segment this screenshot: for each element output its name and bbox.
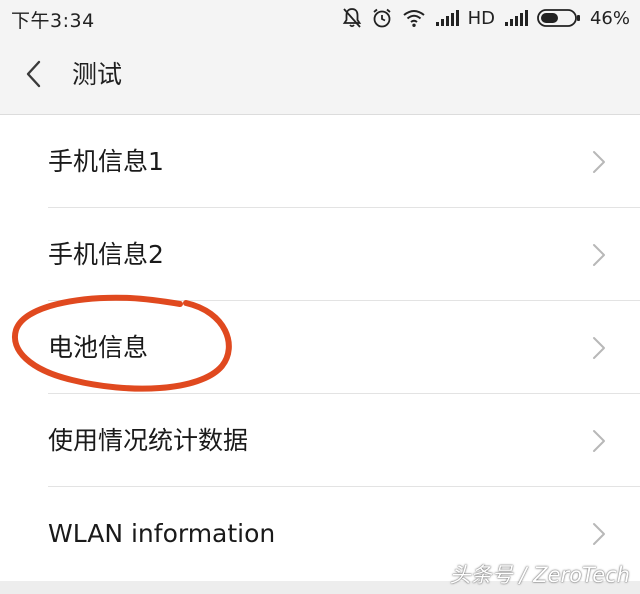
- mute-icon: [342, 7, 362, 29]
- list-item-usage-stats[interactable]: 使用情况统计数据: [0, 394, 640, 487]
- back-button[interactable]: [14, 56, 54, 96]
- signal-icon: [504, 9, 528, 27]
- battery-icon: [537, 8, 581, 28]
- chevron-right-icon: [592, 243, 606, 271]
- chevron-right-icon: [592, 336, 606, 364]
- list-item-label: 手机信息1: [48, 147, 164, 176]
- chevron-right-icon: [592, 429, 606, 457]
- list-item-label: 电池信息: [48, 333, 149, 362]
- list-item-phone-info-1[interactable]: 手机信息1: [0, 115, 640, 208]
- status-bar: 下午3:34 HD 46%: [0, 0, 640, 36]
- list-item-label: 手机信息2: [48, 240, 164, 269]
- chevron-right-icon: [592, 150, 606, 178]
- page-title: 测试: [72, 60, 123, 89]
- signal-icon: [435, 9, 459, 27]
- status-time: 下午3:34: [11, 10, 95, 32]
- network-type: HD: [467, 7, 495, 29]
- chevron-left-icon: [24, 59, 44, 93]
- battery-percent: 46%: [589, 7, 630, 29]
- header: 测试: [0, 36, 640, 115]
- status-icons: HD 46%: [342, 6, 630, 30]
- settings-list: 手机信息1 手机信息2 电池信息 使用情况统计数据 WLAN informati…: [0, 115, 640, 581]
- watermark: 头条号 / ZeroTech: [449, 563, 630, 587]
- list-item-battery-info[interactable]: 电池信息: [0, 301, 640, 394]
- list-item-phone-info-2[interactable]: 手机信息2: [0, 208, 640, 301]
- chevron-right-icon: [592, 522, 606, 550]
- list-item-label: WLAN information: [48, 519, 276, 548]
- wifi-icon: [402, 8, 426, 28]
- alarm-icon: [371, 7, 393, 29]
- list-item-label: 使用情况统计数据: [48, 426, 249, 455]
